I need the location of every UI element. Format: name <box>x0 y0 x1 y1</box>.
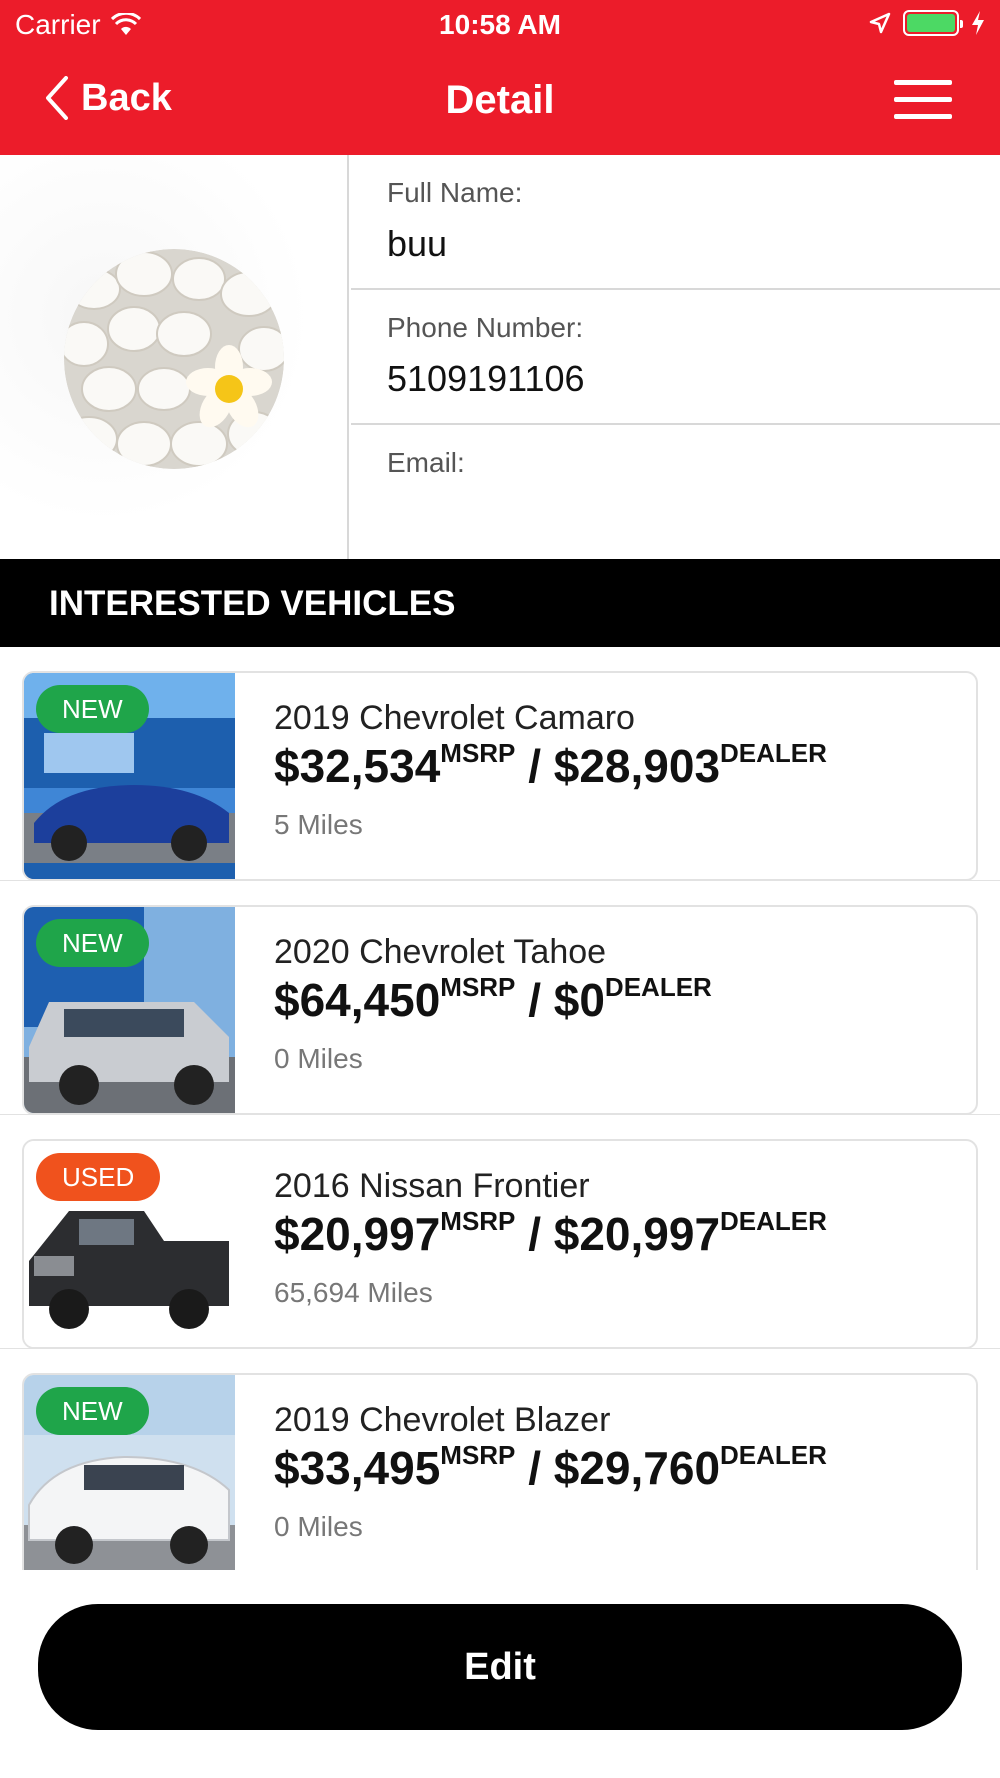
condition-badge: NEW <box>36 685 149 733</box>
condition-badge: USED <box>36 1153 161 1201</box>
photo-area <box>0 155 349 559</box>
msrp-label: MSRP <box>440 972 516 1002</box>
msrp-price: $33,495 <box>274 1442 441 1494</box>
vehicle-prices: $20,997MSRP / $20,997DEALER <box>274 1206 827 1261</box>
customer-profile: Full Name: buu Phone Number: 5109191106 … <box>0 155 1000 559</box>
vehicle-card[interactable]: NEW 2019 Chevrolet Camaro $32,534MSRP / … <box>22 671 978 881</box>
vehicle-title: 2019 Chevrolet Camaro <box>274 699 635 737</box>
dealer-price: $20,997 <box>553 1208 721 1260</box>
price-separator: / <box>528 1442 541 1494</box>
dealer-price: $29,760 <box>553 1442 721 1494</box>
full-name-field: Full Name: buu <box>351 155 1000 290</box>
dealer-price: $0 <box>553 974 605 1026</box>
vehicle-list: NEW 2019 Chevrolet Camaro $32,534MSRP / … <box>0 647 1000 1570</box>
battery-icon <box>903 10 963 36</box>
list-item[interactable]: NEW 2019 Chevrolet Camaro $32,534MSRP / … <box>0 647 1000 881</box>
vehicle-miles: 65,694 Miles <box>274 1277 433 1308</box>
email-field: Email: <box>351 425 1000 560</box>
vehicle-miles: 0 Miles <box>274 1043 363 1074</box>
vehicle-info: 2019 Chevrolet Camaro $32,534MSRP / $28,… <box>274 699 827 841</box>
dealer-label: DEALER <box>720 738 827 768</box>
vehicle-card[interactable]: USED 2016 Nissan Frontier $20,997MSRP / … <box>22 1139 978 1349</box>
phone-field: Phone Number: 5109191106 <box>351 290 1000 425</box>
status-bar: Carrier 10:58 AM <box>0 0 1000 50</box>
vehicle-miles: 5 Miles <box>274 809 363 840</box>
hamburger-menu-icon[interactable] <box>894 80 952 120</box>
msrp-price: $64,450 <box>274 974 441 1026</box>
navigation-bar: Back Detail <box>0 50 1000 155</box>
msrp-label: MSRP <box>440 1440 516 1470</box>
location-arrow-icon <box>869 12 891 34</box>
list-item[interactable]: NEW 2019 Chevrolet Blazer $33,495MSRP / … <box>0 1349 1000 1570</box>
condition-badge: NEW <box>36 1387 149 1435</box>
top-bar: Carrier 10:58 AM Back Detail <box>0 0 1000 155</box>
email-label: Email: <box>387 447 465 478</box>
vehicle-title: 2016 Nissan Frontier <box>274 1167 590 1205</box>
msrp-label: MSRP <box>440 1206 516 1236</box>
vehicle-prices: $32,534MSRP / $28,903DEALER <box>274 738 827 793</box>
full-name-value: buu <box>387 223 448 264</box>
avatar[interactable] <box>64 249 284 469</box>
list-item[interactable]: USED 2016 Nissan Frontier $20,997MSRP / … <box>0 1115 1000 1349</box>
profile-fields: Full Name: buu Phone Number: 5109191106 … <box>351 155 1000 559</box>
vehicle-prices: $33,495MSRP / $29,760DEALER <box>274 1440 827 1495</box>
bottom-bar: Edit <box>0 1570 1000 1778</box>
full-name-label: Full Name: <box>387 177 523 208</box>
status-right <box>869 10 985 36</box>
status-time: 10:58 AM <box>439 9 561 40</box>
price-separator: / <box>528 974 541 1026</box>
charging-bolt-icon <box>972 11 984 35</box>
vehicle-info: 2020 Chevrolet Tahoe $64,450MSRP / $0DEA… <box>274 933 712 1075</box>
vehicle-miles: 0 Miles <box>274 1511 363 1542</box>
condition-badge: NEW <box>36 919 149 967</box>
vehicle-title: 2019 Chevrolet Blazer <box>274 1401 611 1439</box>
vehicle-info: 2016 Nissan Frontier $20,997MSRP / $20,9… <box>274 1167 827 1309</box>
msrp-price: $32,534 <box>274 740 441 792</box>
vehicle-info: 2019 Chevrolet Blazer $33,495MSRP / $29,… <box>274 1401 827 1543</box>
msrp-price: $20,997 <box>274 1208 441 1260</box>
dealer-label: DEALER <box>604 972 712 1002</box>
page-title: Detail <box>445 78 555 122</box>
price-separator: / <box>528 740 541 792</box>
vehicle-title: 2020 Chevrolet Tahoe <box>274 933 607 971</box>
edit-button[interactable]: Edit <box>38 1604 962 1730</box>
list-item[interactable]: NEW 2020 Chevrolet Tahoe $64,450MSRP / $… <box>0 881 1000 1115</box>
price-separator: / <box>528 1208 541 1260</box>
section-title: INTERESTED VEHICLES <box>0 559 1000 647</box>
vehicle-card[interactable]: NEW 2019 Chevrolet Blazer $33,495MSRP / … <box>22 1373 978 1570</box>
vehicle-prices: $64,450MSRP / $0DEALER <box>274 972 712 1027</box>
msrp-label: MSRP <box>440 738 516 768</box>
phone-value: 5109191106 <box>387 358 585 399</box>
dealer-price: $28,903 <box>553 740 721 792</box>
phone-label: Phone Number: <box>387 312 584 343</box>
dealer-label: DEALER <box>720 1206 827 1236</box>
vehicle-card[interactable]: NEW 2020 Chevrolet Tahoe $64,450MSRP / $… <box>22 905 978 1115</box>
dealer-label: DEALER <box>720 1440 827 1470</box>
